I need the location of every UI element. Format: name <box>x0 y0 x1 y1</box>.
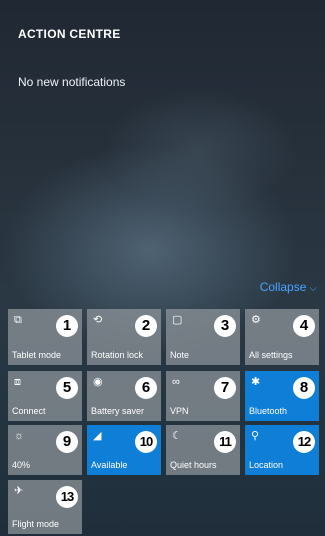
tile-label: Location <box>249 460 284 470</box>
tile-label: Battery saver <box>91 406 145 416</box>
tile-label: Bluetooth <box>249 406 288 416</box>
moon-icon: ☾ <box>172 430 182 442</box>
quick-action-tile[interactable]: ✈ 13 Flight mode <box>8 480 82 534</box>
tile-label: 40% <box>12 460 31 470</box>
tile-number-badge: 4 <box>293 315 315 337</box>
note-icon: ▢ <box>172 314 183 326</box>
quick-action-tile[interactable]: ☼ 9 40% <box>8 425 82 475</box>
quick-action-tile[interactable]: ✱ 8 Bluetooth <box>245 371 319 421</box>
wifi-icon: ◢ <box>93 430 102 442</box>
tile-label: All settings <box>249 350 293 360</box>
tile-number-badge: 2 <box>135 315 157 337</box>
panel-title: ACTION CENTRE <box>18 27 121 41</box>
tile-number-badge: 8 <box>293 377 315 399</box>
tile-number-badge: 6 <box>135 377 157 399</box>
tile-number-badge: 11 <box>214 431 236 453</box>
quick-action-tile[interactable]: ⟲ 2 Rotation lock <box>87 309 161 365</box>
tile-label: Note <box>170 350 190 360</box>
tile-number-badge: 7 <box>214 377 236 399</box>
action-centre-panel: ACTION CENTRE No new notifications Colla… <box>0 0 325 536</box>
tile-label: Tablet mode <box>12 350 62 360</box>
battery-saver-icon: ◉ <box>93 376 103 388</box>
gear-icon: ⚙ <box>251 314 261 326</box>
quick-action-tile[interactable]: ⧉ 1 Tablet mode <box>8 309 82 365</box>
chevron-down-icon: ⌵ <box>309 283 317 294</box>
bluetooth-icon: ✱ <box>251 376 261 388</box>
tile-label: Flight mode <box>12 519 60 529</box>
brightness-icon: ☼ <box>14 430 25 442</box>
quick-action-tile[interactable]: ∞ 7 VPN <box>166 371 240 421</box>
tile-number-badge: 5 <box>56 377 78 399</box>
tile-label: Available <box>91 460 128 470</box>
connect-icon: ⧈ <box>14 376 21 388</box>
location-icon: ⚲ <box>251 430 260 442</box>
tile-number-badge: 12 <box>293 431 315 453</box>
collapse-button[interactable]: Collapse ⌵ <box>260 280 317 294</box>
quick-action-tile[interactable]: ◉ 6 Battery saver <box>87 371 161 421</box>
quick-action-tile[interactable]: ☾ 11 Quiet hours <box>166 425 240 475</box>
tile-number-badge: 1 <box>56 315 78 337</box>
tile-label: Quiet hours <box>170 460 217 470</box>
airplane-icon: ✈ <box>14 485 24 497</box>
tile-label: Connect <box>12 406 46 416</box>
tile-label: Rotation lock <box>91 350 144 360</box>
no-notifications-text: No new notifications <box>18 75 126 89</box>
tablet-mode-icon: ⧉ <box>14 314 22 326</box>
tile-number-badge: 3 <box>214 315 236 337</box>
quick-action-tile[interactable]: ⚲ 12 Location <box>245 425 319 475</box>
vpn-icon: ∞ <box>172 376 180 388</box>
tile-label: VPN <box>170 406 189 416</box>
quick-action-tile[interactable]: ⚙ 4 All settings <box>245 309 319 365</box>
quick-action-tile[interactable]: ◢ 10 Available <box>87 425 161 475</box>
tile-number-badge: 10 <box>135 431 157 453</box>
rotation-lock-icon: ⟲ <box>93 314 103 326</box>
tile-number-badge: 13 <box>56 486 78 508</box>
quick-action-tile[interactable]: ▢ 3 Note <box>166 309 240 365</box>
quick-action-tile[interactable]: ⧈ 5 Connect <box>8 371 82 421</box>
tile-number-badge: 9 <box>56 431 78 453</box>
collapse-label: Collapse <box>259 280 307 294</box>
